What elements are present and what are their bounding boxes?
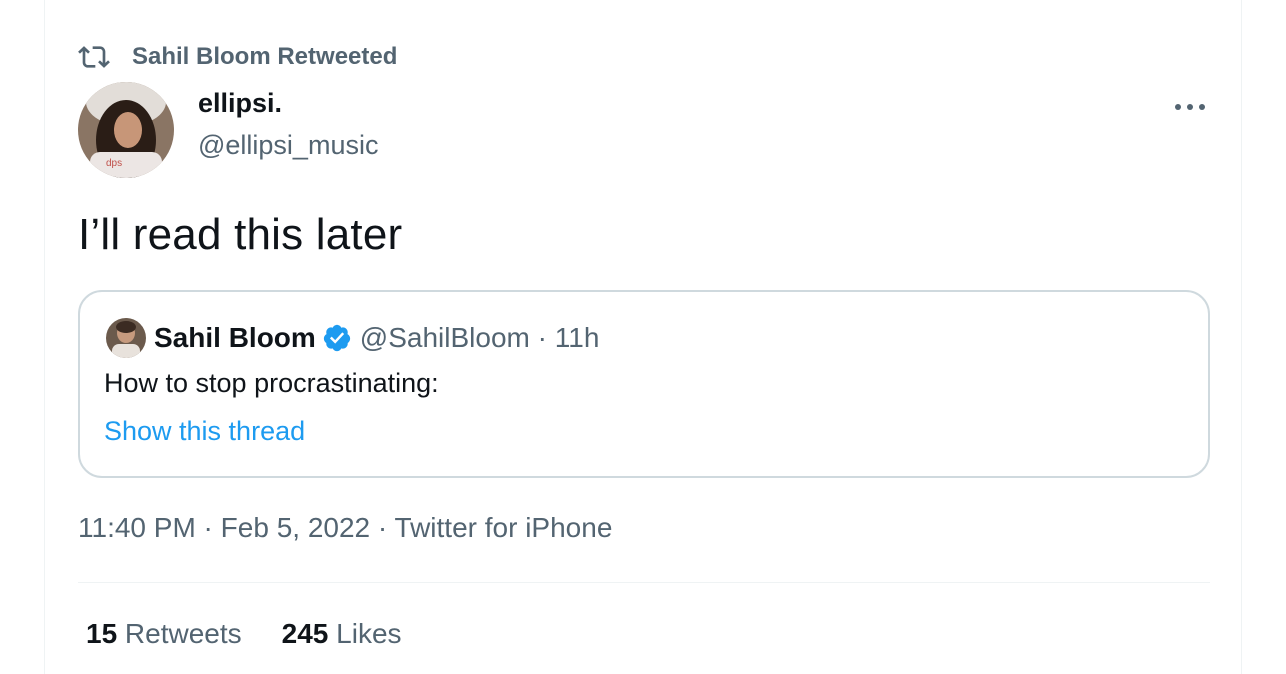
likes-stat[interactable]: 245 Likes xyxy=(282,618,402,650)
retweets-stat[interactable]: 15 Retweets xyxy=(86,618,242,650)
likes-count: 245 xyxy=(281,618,329,649)
show-thread-link[interactable]: Show this thread xyxy=(104,416,305,447)
likes-label: Likes xyxy=(328,618,402,649)
avatar[interactable]: dps xyxy=(78,82,174,178)
tweet-source[interactable]: Twitter for iPhone xyxy=(395,512,613,543)
more-dots-icon xyxy=(1175,104,1205,110)
quoted-tweet-card[interactable]: Sahil Bloom @SahilBloom · 11h How to sto… xyxy=(78,290,1210,478)
quoted-tweet-text: How to stop procrastinating: xyxy=(104,368,439,398)
tweet-time[interactable]: 11:40 PM xyxy=(78,512,196,543)
quoted-separator: · xyxy=(529,322,555,353)
retweets-count: 15 xyxy=(86,618,118,649)
author-name[interactable]: ellipsi. xyxy=(198,88,282,119)
more-options-button[interactable] xyxy=(1172,94,1208,120)
svg-text:dps: dps xyxy=(106,158,122,169)
quoted-author-avatar xyxy=(106,318,146,358)
retweet-context-label: Sahil Bloom Retweeted xyxy=(132,43,398,70)
meta-separator: · xyxy=(195,512,221,543)
quoted-author-name: Sahil Bloom xyxy=(154,322,316,353)
quoted-author-handle: @SahilBloom xyxy=(359,322,530,353)
retweets-label: Retweets xyxy=(117,618,242,649)
retweet-icon xyxy=(78,46,110,68)
author-handle[interactable]: @ellipsi_music xyxy=(198,130,378,161)
engagement-stats: 15 Retweets 245 Likes xyxy=(86,618,442,650)
tweet-date[interactable]: Feb 5, 2022 xyxy=(221,512,370,543)
verified-badge-icon xyxy=(323,324,350,352)
quoted-tweet-header: Sahil Bloom @SahilBloom · 11h xyxy=(154,320,599,356)
tweet-text: I’ll read this later xyxy=(78,210,403,259)
quoted-time: 11h xyxy=(554,322,600,353)
retweet-context[interactable]: Sahil Bloom Retweeted xyxy=(78,40,397,74)
divider xyxy=(78,582,1210,583)
meta-separator: · xyxy=(370,512,395,543)
tweet-metadata: 11:40 PM · Feb 5, 2022 · Twitter for iPh… xyxy=(78,512,612,544)
